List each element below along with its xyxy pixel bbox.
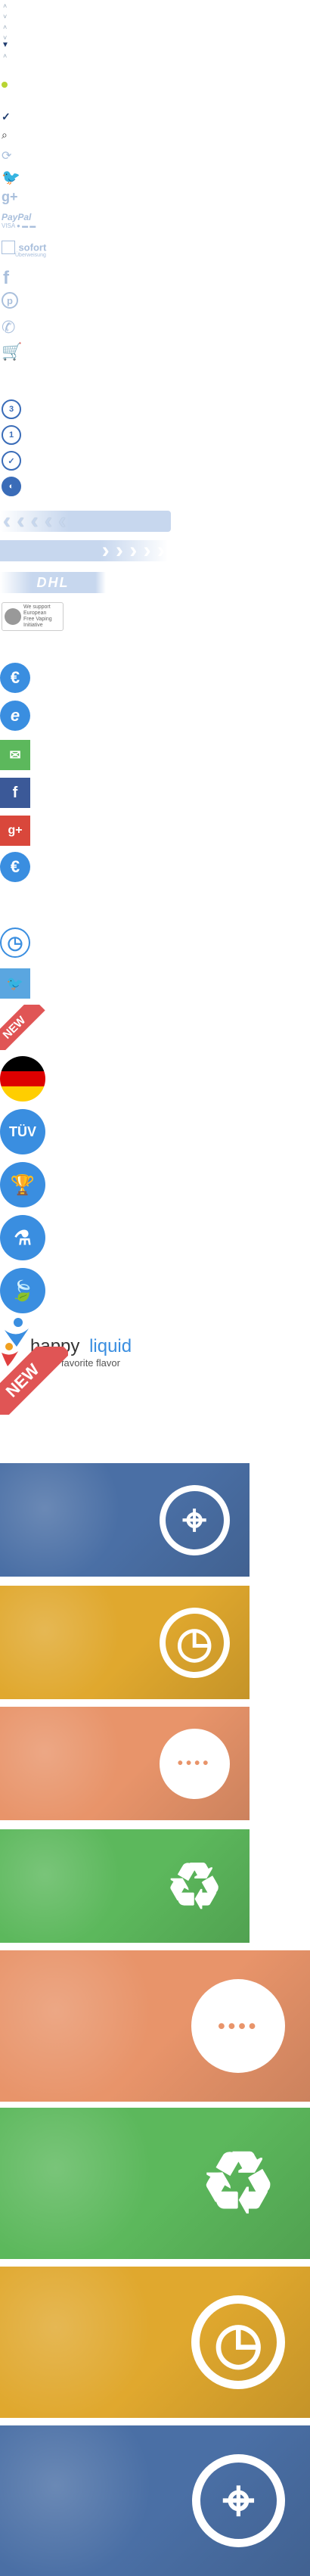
twitter-icon[interactable]: 🐦	[2, 168, 20, 187]
search-icon[interactable]: ⌕	[2, 129, 8, 141]
banner-photo-overlay	[0, 2425, 186, 2576]
carousel-prev-bar[interactable]: ‹ ‹ ‹ ‹ ‹	[0, 508, 171, 533]
banner-recycle-green-large[interactable]: ♻	[0, 2108, 310, 2259]
banner-photo-overlay	[0, 1829, 150, 1943]
efvi-line-1: We support	[23, 604, 51, 610]
headset-clock-icon: ◷	[159, 1607, 230, 1678]
efvi-line-4: Initiative	[23, 623, 43, 628]
flask-icon: ⚗	[0, 1215, 45, 1260]
target-icon: ⌖	[159, 1484, 230, 1555]
efvi-line-2: European	[23, 611, 47, 616]
banner-photo-overlay	[0, 1950, 186, 2102]
efvi-logo-icon	[5, 608, 21, 625]
headset-clock-icon: ◷	[191, 2295, 286, 2389]
arrow-up-icon: ˄	[3, 52, 8, 60]
google-plus-icon[interactable]: g+	[2, 189, 18, 205]
efvi-badge: We support European Free Vaping Initiati…	[2, 602, 64, 631]
recycle-icon: ♻	[166, 1850, 223, 1922]
sofort-logo-icon	[2, 241, 15, 254]
dhl-logo: DHL	[36, 574, 70, 590]
banner-photo-overlay	[0, 2267, 186, 2418]
status-dot	[2, 82, 8, 88]
banner-target-blue-large[interactable]: ⌖	[0, 2425, 310, 2576]
check-icon: ✓	[2, 110, 11, 123]
banner-support-yellow-large[interactable]: ◷	[0, 2267, 310, 2418]
arrow-up-icon: ˄	[3, 23, 8, 31]
check-circle-icon: ✓	[2, 451, 21, 471]
tuv-badge: TÜV	[0, 1109, 45, 1154]
arrow-up-icon: ˄	[3, 2, 8, 10]
sofort-badge: sofort Überweisung	[2, 241, 62, 263]
google-plus-button[interactable]: g+	[0, 816, 30, 846]
paypal-cards: VISA ● ▬ ▬	[2, 222, 36, 229]
cart-icon[interactable]: 🛒	[2, 342, 22, 362]
banner-photo-overlay	[0, 2108, 186, 2259]
chat-bubble-icon: ••••	[191, 1979, 286, 2073]
target-icon: ⌖	[191, 2453, 286, 2548]
sofort-sub: Überweisung	[15, 253, 46, 259]
new-ribbon-large-label: NEW	[0, 1347, 68, 1415]
chevron-right-icon: › › › › ›	[101, 538, 165, 563]
facebook-icon[interactable]: f	[3, 268, 9, 289]
german-flag-icon	[0, 1056, 45, 1102]
logo-word-liquid: liquid	[89, 1336, 132, 1356]
efvi-line-3: Free Vaping	[23, 617, 52, 622]
new-ribbon-label: NEW	[0, 1005, 45, 1050]
new-ribbon: NEW	[0, 1005, 45, 1050]
refresh-icon[interactable]: ⟳	[2, 148, 11, 163]
recycle-icon: ♻	[200, 2136, 277, 2230]
mail-button[interactable]: ✉	[0, 740, 30, 770]
banner-chat-orange-large[interactable]: ••••	[0, 1950, 310, 2102]
carousel-next-bar[interactable]: › › › › ›	[0, 538, 168, 563]
banner-photo-overlay	[0, 1707, 150, 1820]
banner-support-yellow-small[interactable]: ◷	[0, 1586, 250, 1699]
leaf-icon: 🍃	[0, 1268, 45, 1313]
facebook-button[interactable]: f	[0, 778, 30, 808]
banner-photo-overlay	[0, 1463, 150, 1577]
chat-bubble-icon: ••••	[159, 1728, 230, 1799]
step-circle-3: 3	[2, 399, 21, 419]
banner-target-blue-small[interactable]: ⌖	[0, 1463, 250, 1577]
twitter-button[interactable]: 🐦	[0, 968, 30, 999]
banner-photo-overlay	[0, 1586, 150, 1699]
pinterest-icon[interactable]: p	[2, 292, 18, 309]
euro-coin-icon[interactable]: €	[0, 663, 30, 693]
sofort-label: sofort	[18, 241, 47, 253]
trophy-icon: 🏆	[0, 1162, 45, 1207]
arrow-down-icon: ˅	[3, 13, 8, 20]
euro-button[interactable]: €	[0, 852, 30, 882]
triangle-down-icon: ▼	[2, 41, 9, 49]
step-circle-1: 1	[2, 425, 21, 445]
banner-chat-orange-small[interactable]: ••••	[0, 1707, 250, 1820]
paypal-label: PayPal	[2, 212, 32, 222]
dhl-badge: DHL	[0, 572, 106, 593]
phone-icon[interactable]: ✆	[2, 318, 15, 337]
new-ribbon-large: NEW	[0, 1347, 68, 1415]
half-circle-icon: ◐	[2, 477, 21, 496]
paypal-badge: PayPal VISA ● ▬ ▬	[2, 212, 54, 235]
e-coin-icon[interactable]: e	[0, 701, 30, 731]
chevron-left-icon: ‹ ‹ ‹ ‹ ‹	[3, 508, 67, 533]
banner-recycle-green-small[interactable]: ♻	[0, 1829, 250, 1943]
clock-icon: ◷	[0, 928, 30, 958]
